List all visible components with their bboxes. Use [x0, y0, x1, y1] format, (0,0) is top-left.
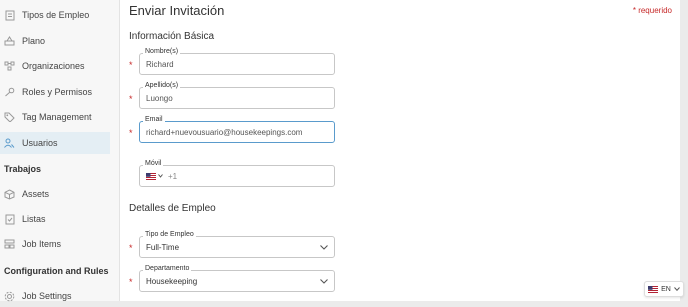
sidebar-item-label: Organizaciones — [22, 61, 85, 71]
movil-placeholder: +1 — [168, 171, 178, 181]
country-selector[interactable] — [146, 172, 163, 180]
email-label: Email — [143, 116, 165, 123]
sidebar-item-label: Job Settings — [22, 291, 72, 301]
sidebar-section-configuration: Configuration and Rules — [4, 266, 109, 276]
section-basic-info: Información Básica — [129, 31, 215, 42]
sidebar-item-usuarios[interactable]: Usuarios — [0, 132, 110, 154]
org-icon — [4, 61, 15, 72]
sidebar-item-tag-management[interactable]: Tag Management — [0, 106, 110, 128]
apellido-field[interactable]: Luongo — [139, 87, 335, 109]
nombre-field[interactable]: Richard — [139, 53, 335, 75]
tag-icon — [4, 112, 15, 123]
departamento-label: Departamento — [143, 265, 192, 272]
sidebar-item-label: Assets — [22, 189, 50, 199]
required-asterisk: * — [129, 243, 133, 253]
apellido-label: Apellido(s) — [143, 82, 181, 89]
sidebar-item-organizaciones[interactable]: Organizaciones — [0, 55, 110, 77]
cube-icon — [4, 188, 15, 200]
departamento-value: Housekeeping — [146, 276, 198, 286]
invite-form-panel: Enviar Invitación * requerido Informació… — [120, 0, 680, 301]
language-label: EN — [661, 285, 671, 293]
required-asterisk: * — [129, 128, 133, 138]
sidebar-item-roles-y-permisos[interactable]: Roles y Permisos — [0, 81, 110, 103]
sidebar-section-trabajos: Trabajos — [4, 164, 42, 174]
tipo-empleo-select[interactable]: Full-Time — [139, 236, 335, 258]
section-employment-details: Detalles de Empleo — [129, 203, 216, 214]
sidebar-item-label: Listas — [22, 214, 46, 224]
movil-field[interactable]: +1 — [139, 165, 335, 187]
sidebar-item-listas[interactable]: Listas — [0, 208, 110, 230]
chevron-down-icon — [158, 174, 163, 178]
page-title: Enviar Invitación — [129, 3, 225, 18]
email-value: richard+nuevousuario@housekeepings.com — [146, 127, 303, 137]
sidebar-item-label: Plano — [22, 36, 46, 46]
document-icon — [4, 10, 15, 21]
us-flag-icon — [648, 285, 659, 293]
sidebar-item-tipos-de-empleo[interactable]: Tipos de Empleo — [0, 4, 110, 26]
us-flag-icon — [146, 172, 156, 180]
movil-label: Móvil — [143, 160, 164, 167]
required-note: * requerido — [632, 6, 672, 15]
sidebar-item-label: Job Items — [22, 239, 62, 249]
sidebar-item-label: Tag Management — [22, 112, 92, 122]
sidebar-item-job-items[interactable]: Job Items — [0, 233, 110, 255]
sidebar-item-plano[interactable]: Plano — [0, 30, 110, 52]
sidebar: Tipos de Empleo Plano Organizaciones Rol… — [0, 0, 120, 301]
language-switcher[interactable]: EN — [644, 281, 684, 297]
required-asterisk: * — [129, 94, 133, 104]
key-icon — [4, 87, 15, 98]
checklist-icon — [4, 214, 15, 225]
nombre-value: Richard — [146, 59, 174, 69]
email-field[interactable]: richard+nuevousuario@housekeepings.com — [139, 121, 335, 143]
sidebar-item-label: Tipos de Empleo — [22, 10, 90, 20]
required-asterisk: * — [129, 60, 133, 70]
chevron-down-icon — [673, 287, 680, 291]
required-asterisk: * — [129, 277, 133, 287]
departamento-select[interactable]: Housekeeping — [139, 270, 335, 292]
sidebar-item-assets[interactable]: Assets — [0, 183, 110, 205]
apellido-value: Luongo — [146, 93, 173, 103]
chevron-down-icon — [320, 244, 328, 250]
floorplan-icon — [4, 36, 15, 47]
sidebar-item-label: Usuarios — [22, 138, 58, 148]
users-icon — [4, 138, 15, 149]
tipo-empleo-label: Tipo de Empleo — [143, 231, 196, 238]
nombre-label: Nombre(s) — [143, 48, 181, 55]
sidebar-item-label: Roles y Permisos — [22, 87, 93, 97]
sidebar-item-job-settings[interactable]: Job Settings — [0, 285, 110, 307]
gear-icon — [4, 291, 15, 302]
tipo-empleo-value: Full-Time — [146, 242, 180, 252]
job-items-icon — [4, 239, 15, 250]
chevron-down-icon — [320, 278, 328, 284]
